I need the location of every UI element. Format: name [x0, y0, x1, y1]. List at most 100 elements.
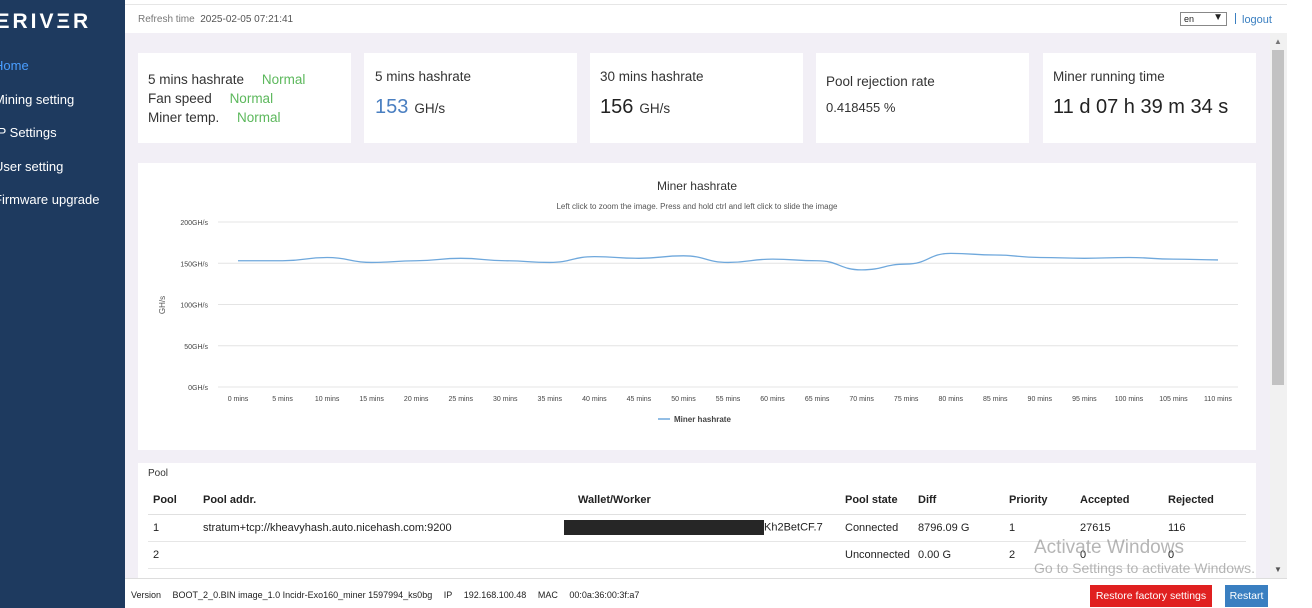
running-time-value: 11 d 07 h 39 m 34 s — [1053, 96, 1229, 118]
hashrate-5min-value: 153 — [375, 96, 409, 118]
fan-status-row: Fan speed Normal — [148, 89, 305, 108]
pool-wallet: Kh2BetCF.7 — [564, 514, 840, 542]
rejection-rate-card: Pool rejection rate 0.418455 % — [816, 53, 1029, 143]
column-header: Rejected — [1163, 487, 1246, 515]
refresh-time-value: 2025-02-05 07:21:41 — [200, 14, 294, 25]
chart-y-axis-label: GH/s — [158, 296, 167, 314]
scroll-up-icon[interactable]: ▲ — [1274, 37, 1282, 46]
scroll-down-icon[interactable]: ▼ — [1274, 565, 1282, 574]
chart-x-tick-label: 75 mins — [894, 396, 919, 403]
running-time-card: Miner running time 11 d 07 h 39 m 34 s — [1043, 53, 1256, 143]
pool-diff: 0.00 G — [913, 541, 1004, 569]
pool-section-title: Pool — [148, 468, 169, 479]
chart-x-tick-label: 20 mins — [404, 396, 429, 403]
chart-y-tick-label: 150GH/s — [180, 261, 208, 268]
hashrate-chart[interactable]: Miner hashrate Left click to zoom the im… — [138, 163, 1256, 450]
mac-label: MAC — [537, 590, 558, 600]
chart-y-tick-label: 200GH/s — [180, 220, 208, 227]
running-time-title: Miner running time — [1053, 69, 1165, 84]
hashrate-status-label: 5 mins hashrate — [148, 72, 245, 87]
chart-x-tick-label: 55 mins — [716, 396, 741, 403]
pool-state: Unconnected — [840, 541, 913, 569]
hashrate-5min-title: 5 mins hashrate — [375, 69, 472, 84]
hashrate-status-value: Normal — [261, 72, 306, 87]
chart-x-tick-label: 35 mins — [538, 396, 563, 403]
column-header: Pool addr. — [198, 487, 573, 515]
chart-x-tick-label: 105 mins — [1159, 396, 1188, 403]
hashrate-5min-unit: GH/s — [414, 101, 446, 116]
pool-diff: 8796.09 G — [913, 514, 1004, 542]
pool-wallet — [573, 541, 840, 569]
activation-watermark-text: Go to Settings to activate Windows. — [1034, 560, 1255, 576]
temp-status-row: Miner temp. Normal — [148, 108, 305, 127]
sidebar-item-home[interactable]: Home — [0, 58, 125, 92]
sidebar-item-user-setting[interactable]: User setting — [0, 159, 125, 193]
hashrate-5min-card: 5 mins hashrate 153 GH/s — [364, 53, 577, 143]
chart-x-tick-label: 5 mins — [272, 396, 293, 403]
top-bar: Refresh time 2025-02-05 07:21:41 en ▼ lo… — [125, 4, 1287, 33]
sidebar-item-firmware-upgrade[interactable]: Firmware upgrade — [0, 192, 125, 226]
bottom-bar: Version BOOT_2_0.BIN image_1.0 Incidr-Ex… — [125, 578, 1287, 608]
chart-series-line — [238, 252, 1219, 271]
temp-status-value: Normal — [237, 110, 281, 125]
column-header: Wallet/Worker — [573, 487, 840, 515]
activation-watermark-title: Activate Windows — [1034, 537, 1184, 558]
main-content: 5 mins hashrate Normal Fan speed Normal … — [125, 33, 1270, 578]
scrollbar-thumb[interactable] — [1272, 50, 1284, 385]
pool-number: 2 — [148, 541, 198, 569]
hashrate-30min-value: 156 — [600, 96, 634, 118]
vertical-scrollbar[interactable]: ▲ ▼ — [1270, 33, 1287, 578]
fan-status-value: Normal — [229, 91, 274, 106]
chart-x-tick-label: 85 mins — [983, 396, 1008, 403]
version-label: Version — [131, 590, 162, 600]
sidebar-item-mining-setting[interactable]: Mining setting — [0, 92, 125, 126]
hashrate-30min-unit: GH/s — [639, 101, 671, 116]
pool-address: stratum+tcp://kheavyhash.auto.nicehash.c… — [198, 514, 573, 542]
pool-number: 1 — [148, 514, 198, 542]
chart-x-tick-label: 100 mins — [1115, 396, 1144, 403]
sidebar: ΞRIVΞR Home Mining setting IP Settings U… — [0, 0, 125, 608]
chart-x-tick-label: 30 mins — [493, 396, 518, 403]
language-select[interactable]: en ▼ — [1180, 12, 1227, 26]
ip-label: IP — [443, 590, 453, 600]
chart-x-tick-label: 110 mins — [1204, 396, 1232, 403]
mac-value: 00:0a:36:00:3f:a7 — [569, 590, 640, 600]
rejection-rate-title: Pool rejection rate — [826, 74, 935, 89]
chart-x-tick-label: 95 mins — [1072, 396, 1097, 403]
divider — [1235, 13, 1236, 24]
chart-x-tick-label: 60 mins — [760, 396, 785, 403]
chart-x-tick-label: 70 mins — [849, 396, 874, 403]
restart-button[interactable]: Restart — [1225, 585, 1268, 607]
pool-table-header: Pool Pool addr. Wallet/Worker Pool state… — [148, 487, 1246, 515]
chart-y-tick-label: 50GH/s — [184, 344, 208, 351]
brand-logo: ΞRIVΞR — [0, 10, 92, 33]
status-card: 5 mins hashrate Normal Fan speed Normal … — [138, 53, 351, 143]
chart-subtitle: Left click to zoom the image. Press and … — [556, 202, 838, 211]
refresh-time: Refresh time 2025-02-05 07:21:41 — [138, 14, 293, 25]
chart-x-tick-label: 0 mins — [228, 396, 249, 403]
chart-legend-label[interactable]: Miner hashrate — [674, 415, 731, 424]
ip-value: 192.168.100.48 — [463, 590, 527, 600]
chevron-down-icon: ▼ — [1213, 12, 1223, 23]
chart-x-tick-label: 65 mins — [805, 396, 830, 403]
chart-x-tick-label: 40 mins — [582, 396, 607, 403]
column-header: Pool state — [840, 487, 913, 515]
hashrate-status-row: 5 mins hashrate Normal — [148, 70, 305, 89]
refresh-time-label: Refresh time — [138, 14, 195, 25]
column-header: Accepted — [1075, 487, 1163, 515]
redacted-block — [564, 520, 764, 535]
hashrate-30min-card: 30 mins hashrate 156 GH/s — [590, 53, 803, 143]
temp-status-label: Miner temp. — [148, 110, 220, 125]
logout-link[interactable]: logout — [1242, 14, 1272, 26]
chart-y-tick-label: 0GH/s — [188, 385, 208, 392]
rejection-rate-value: 0.418455 % — [826, 100, 896, 115]
restore-factory-button[interactable]: Restore factory settings — [1090, 585, 1212, 607]
hashrate-chart-svg: Miner hashrate Left click to zoom the im… — [158, 179, 1238, 424]
chart-x-tick-label: 15 mins — [359, 396, 384, 403]
pool-wallet-text: Kh2BetCF.7 — [764, 521, 823, 534]
hashrate-30min-title: 30 mins hashrate — [600, 69, 704, 84]
sidebar-item-ip-settings[interactable]: IP Settings — [0, 125, 125, 159]
column-header: Diff — [913, 487, 1004, 515]
fan-status-label: Fan speed — [148, 91, 212, 106]
pool-address — [198, 541, 573, 569]
